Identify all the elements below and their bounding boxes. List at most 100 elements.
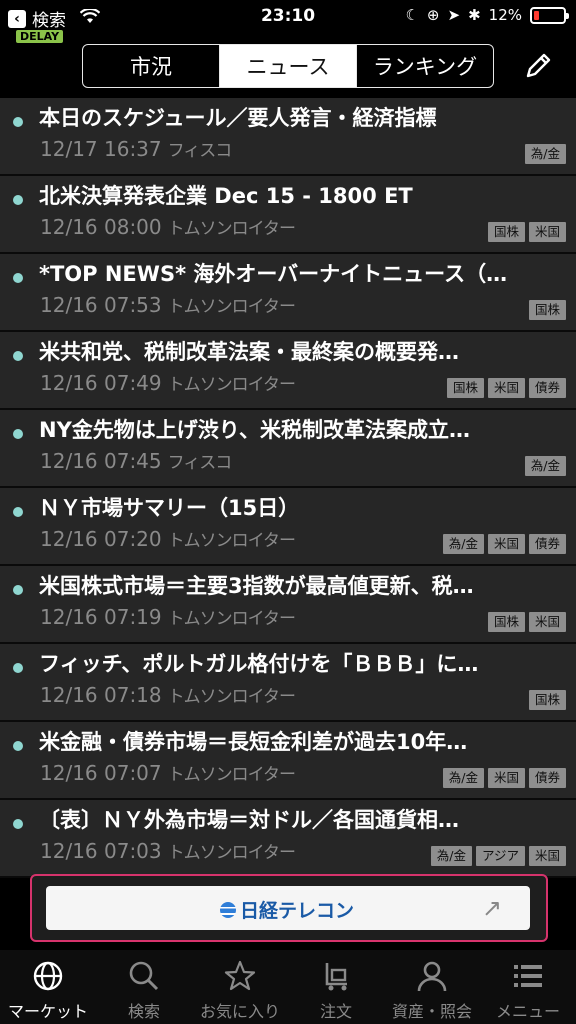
unread-dot-icon: [13, 585, 23, 595]
category-tag: アジア: [475, 846, 525, 866]
news-list-item[interactable]: フィッチ、ポルトガル格付けを「ＢＢＢ」に… 12/16 07:18 トムソンロイター…: [0, 644, 576, 722]
news-headline: 北米決算発表企業 Dec 15 - 1800 ET: [39, 184, 413, 208]
category-tag: 為/金: [524, 456, 566, 476]
status-indicators: ☾ ⊕ ➤ ✱ 12%: [405, 6, 569, 24]
news-meta: 12/16 07:53 トムソンロイター: [40, 292, 296, 317]
category-tag: 為/金: [442, 768, 484, 788]
news-list-item[interactable]: 米金融・債券市場＝長短金利差が過去10年… 12/16 07:07 トムソンロイター…: [0, 722, 576, 800]
news-headline: *TOP NEWS* 海外オーバーナイトニュース（…: [39, 262, 508, 286]
news-source: トムソンロイター: [167, 687, 296, 707]
news-datetime: 12/16 07:53: [40, 293, 162, 317]
news-tags: 国株: [528, 690, 566, 710]
news-datetime: 12/17 16:37: [40, 137, 162, 161]
news-datetime: 12/16 08:00: [40, 215, 162, 239]
news-datetime: 12/16 07:20: [40, 527, 162, 551]
location-icon: ➤: [447, 6, 461, 24]
category-tag: 為/金: [524, 144, 566, 164]
unread-dot-icon: [13, 429, 23, 439]
news-list: 本日のスケジュール／要人発言・経済指標 12/17 16:37 フィスコ 為/金 北米決…: [0, 98, 576, 878]
news-list-item[interactable]: 〔表〕ＮＹ外為市場＝対ドル／各国通貨相… 12/16 07:03 トムソンロイター 為…: [0, 800, 576, 878]
tab-bar: マーケット 検索 お気に入り 注文 資産・照会 メニュー: [0, 950, 576, 1024]
tab-favorites[interactable]: お気に入り: [192, 950, 288, 1024]
unread-dot-icon: [13, 273, 23, 283]
tab-search[interactable]: 検索: [96, 950, 192, 1024]
news-list-item[interactable]: 米国株式市場＝主要3指数が最高値更新、税… 12/16 07:19 トムソンロイター…: [0, 566, 576, 644]
tab-label: お気に入り: [199, 1002, 280, 1021]
tab-assets[interactable]: 資産・照会: [384, 950, 480, 1024]
news-headline: 〔表〕ＮＹ外為市場＝対ドル／各国通貨相…: [39, 808, 459, 832]
unread-dot-icon: [13, 195, 23, 205]
category-tag: 債券: [528, 768, 566, 788]
news-datetime: 12/16 07:07: [40, 761, 162, 785]
person-icon: [417, 961, 447, 992]
edit-pencil-icon[interactable]: [520, 48, 556, 84]
globe-icon: [33, 961, 63, 991]
unread-dot-icon: [13, 507, 23, 517]
star-icon: [224, 960, 256, 991]
news-tags: 国株 米国: [487, 222, 566, 242]
news-headline: 米金融・債券市場＝長短金利差が過去10年…: [39, 730, 468, 754]
news-source: トムソンロイター: [167, 375, 296, 395]
news-headline: ＮＹ市場サマリー（15日）: [39, 496, 300, 520]
news-headline: 米共和党、税制改革法案・最終案の概要発…: [39, 340, 459, 364]
news-list-item[interactable]: *TOP NEWS* 海外オーバーナイトニュース（… 12/16 07:53 トムソ…: [0, 254, 576, 332]
nikkei-telecom-banner-frame: 日経テレコン ↗: [30, 874, 548, 942]
news-tags: 国株 米国: [487, 612, 566, 632]
tab-label: 注文: [319, 1002, 352, 1021]
nikkei-logo-mark-icon: [220, 901, 236, 918]
segment-market[interactable]: 市況: [83, 45, 220, 87]
category-tag: 為/金: [442, 534, 484, 554]
category-tag: 米国: [528, 612, 566, 632]
cart-icon: [325, 963, 347, 991]
tab-label: メニュー: [495, 1002, 560, 1021]
news-meta: 12/16 08:00 トムソンロイター: [40, 214, 296, 239]
nikkei-telecom-button[interactable]: 日経テレコン ↗: [46, 886, 530, 930]
category-tag: 国株: [528, 690, 566, 710]
category-tag: 米国: [528, 222, 566, 242]
moon-icon: ☾: [405, 6, 419, 24]
search-icon: [129, 961, 159, 991]
segment-news[interactable]: ニュース: [220, 45, 357, 87]
news-list-item[interactable]: 北米決算発表企業 Dec 15 - 1800 ET 12/16 08:00 トムソン…: [0, 176, 576, 254]
news-meta: 12/16 07:07 トムソンロイター: [40, 760, 296, 785]
news-list-item[interactable]: NY金先物は上げ渋り、米税制改革法案成立… 12/16 07:45 フィスコ 為/金: [0, 410, 576, 488]
news-meta: 12/17 16:37 フィスコ: [40, 136, 233, 161]
category-tag: 国株: [528, 300, 566, 320]
tab-menu[interactable]: メニュー: [480, 950, 576, 1024]
news-tags: 為/金 米国 債券: [442, 768, 566, 788]
news-datetime: 12/16 07:19: [40, 605, 162, 629]
news-list-item[interactable]: 米共和党、税制改革法案・最終案の概要発… 12/16 07:49 トムソンロイター 国…: [0, 332, 576, 410]
tab-market[interactable]: マーケット: [0, 950, 96, 1024]
news-datetime: 12/16 07:18: [40, 683, 162, 707]
news-list-item[interactable]: ＮＹ市場サマリー（15日） 12/16 07:20 トムソンロイター 為/金 米国 債券: [0, 488, 576, 566]
bluetooth-icon: ✱: [468, 6, 481, 24]
news-tags: 為/金: [524, 456, 566, 476]
news-tags: 為/金 米国 債券: [442, 534, 566, 554]
tab-label: 資産・照会: [391, 1002, 472, 1021]
news-source: フィスコ: [167, 453, 233, 473]
category-tag: 米国: [487, 534, 525, 554]
external-link-icon: ↗: [481, 894, 502, 922]
category-tag: 米国: [487, 768, 525, 788]
news-source: トムソンロイター: [167, 765, 296, 785]
news-list-item[interactable]: 本日のスケジュール／要人発言・経済指標 12/17 16:37 フィスコ 為/金: [0, 98, 576, 176]
category-tag: 債券: [528, 378, 566, 398]
nikkei-telecom-label: 日経テレコン: [240, 900, 355, 922]
news-source: フィスコ: [167, 141, 233, 161]
news-source: トムソンロイター: [167, 531, 296, 551]
category-tag: 債券: [528, 534, 566, 554]
news-datetime: 12/16 07:03: [40, 839, 162, 863]
news-headline: 米国株式市場＝主要3指数が最高値更新、税…: [39, 574, 474, 598]
nikkei-telecom-logo: 日経テレコン: [220, 896, 354, 923]
category-tag: 国株: [446, 378, 484, 398]
tab-order[interactable]: 注文: [288, 950, 384, 1024]
battery-icon: [530, 6, 569, 24]
category-tag: 国株: [487, 612, 525, 632]
news-source: トムソンロイター: [167, 297, 296, 317]
segment-ranking[interactable]: ランキング: [357, 45, 493, 87]
news-source: トムソンロイター: [167, 219, 296, 239]
unread-dot-icon: [13, 741, 23, 751]
tab-label: 検索: [127, 1002, 160, 1021]
header: 市況 ニュース ランキング: [0, 40, 576, 96]
unread-dot-icon: [13, 663, 23, 673]
